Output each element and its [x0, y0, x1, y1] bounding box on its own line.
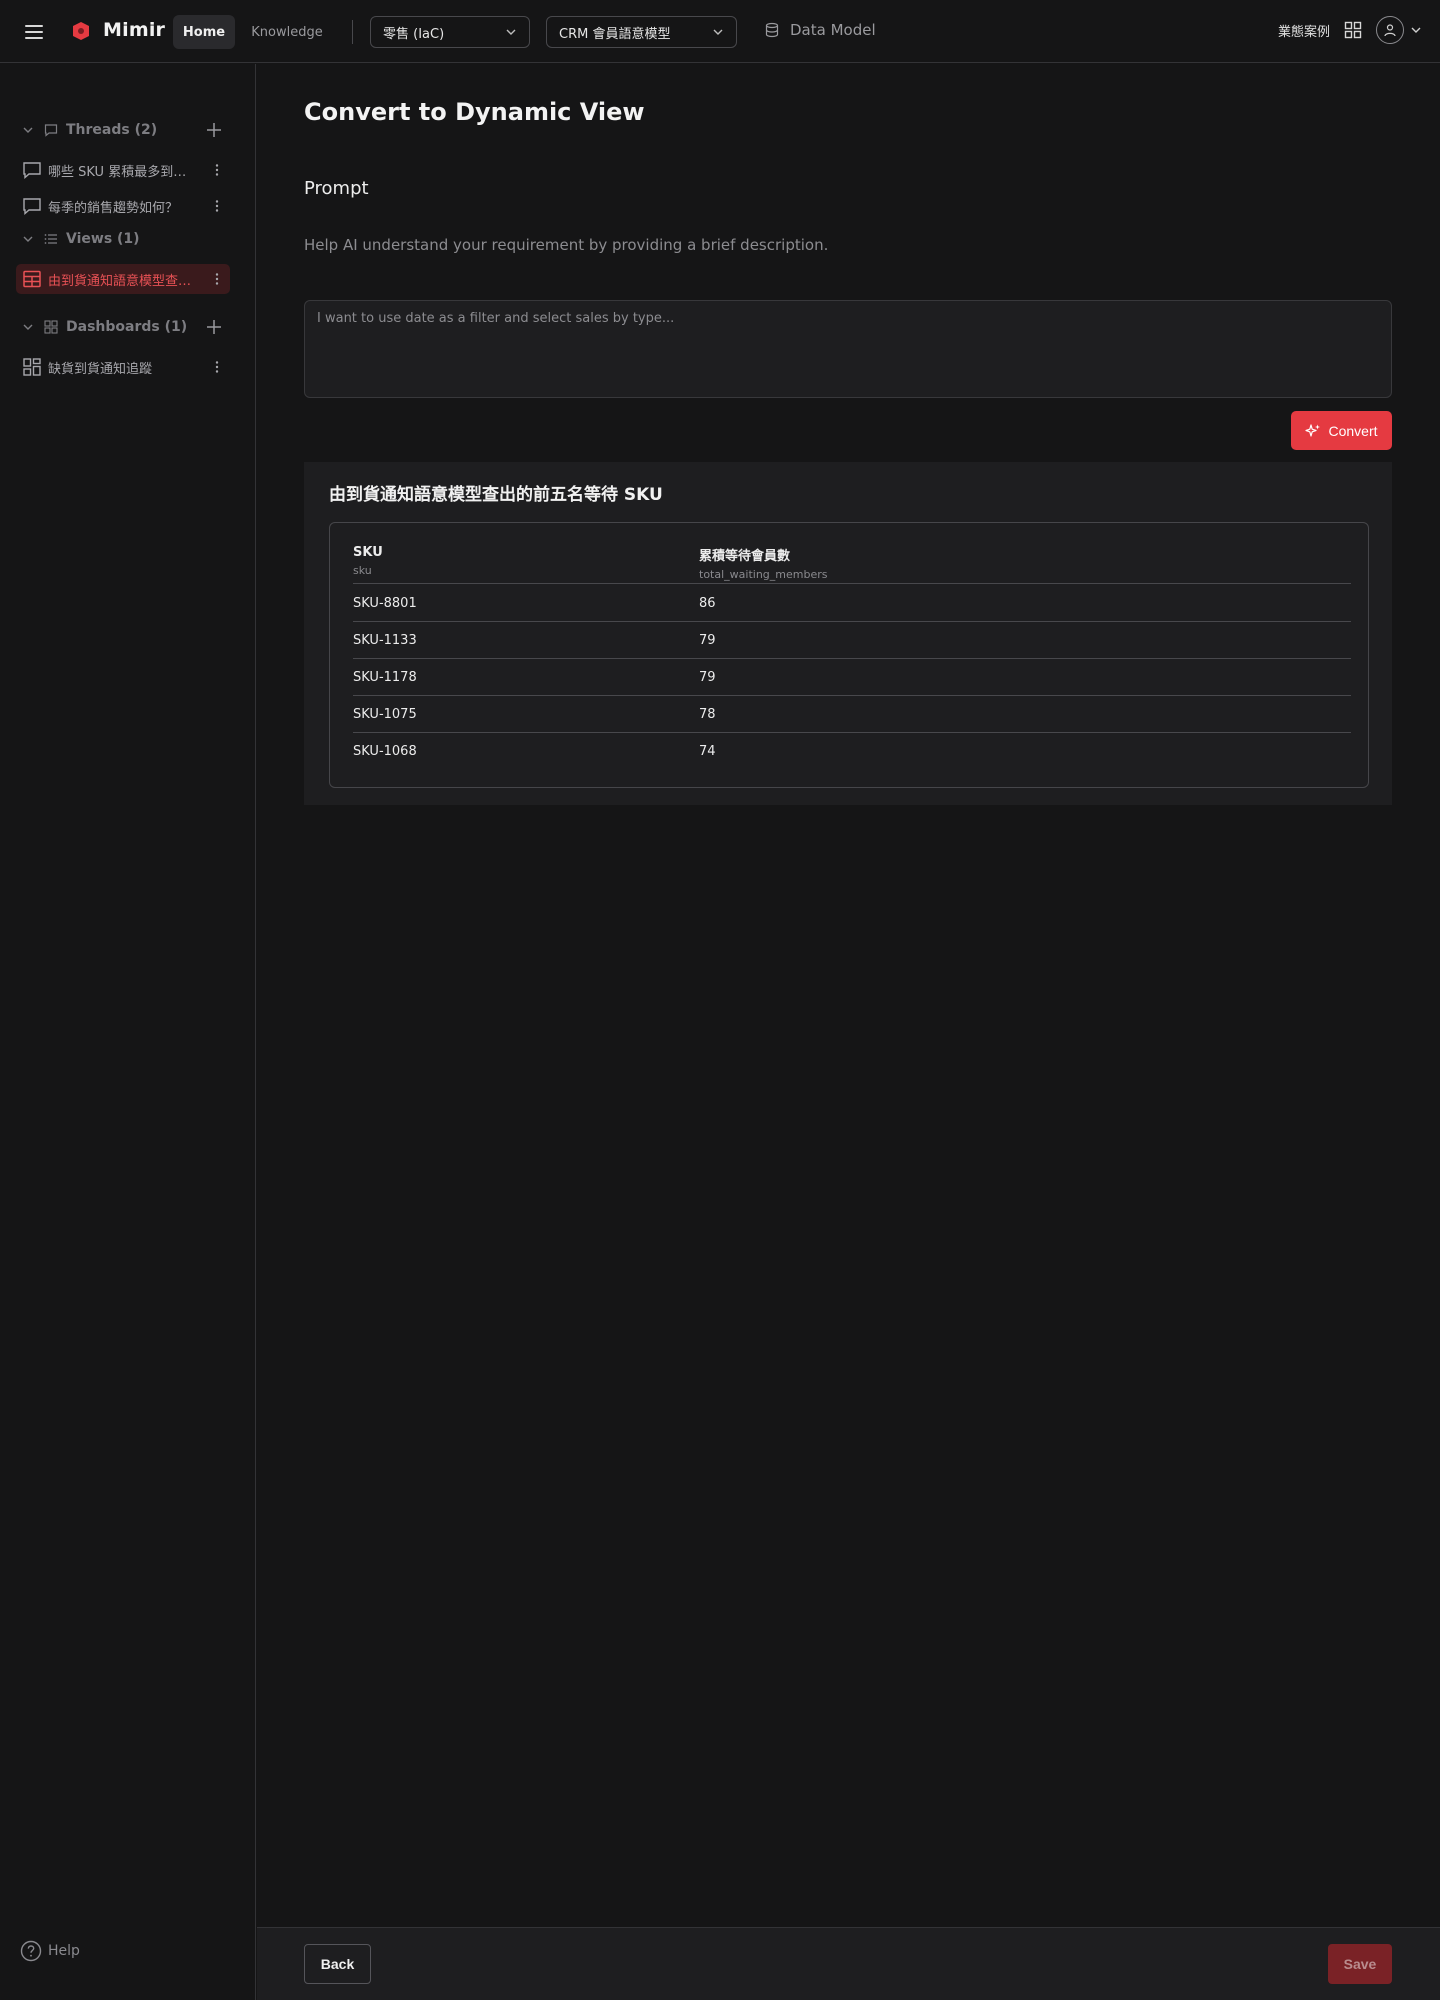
column-field: total_waiting_members: [699, 568, 828, 581]
more-icon[interactable]: [210, 360, 224, 374]
cell-sku: SKU-8801: [353, 596, 417, 611]
sidebar-item-label: 每季的銷售趨勢如何？: [48, 200, 179, 216]
tab-knowledge[interactable]: Knowledge: [244, 15, 330, 49]
chevron-down-icon: [1411, 27, 1421, 33]
result-title: 由到貨通知語意模型查出的前五名等待 SKU: [329, 485, 663, 505]
sidebar-item-view[interactable]: 由到貨通知語意模型查出的前五名: [16, 264, 230, 294]
tab-home[interactable]: Home: [173, 15, 235, 49]
dashboard-icon: [44, 320, 58, 334]
chevron-down-icon[interactable]: [22, 124, 34, 136]
threads-title: Threads (2): [66, 122, 158, 138]
footer-bar: Back Save: [257, 1927, 1440, 2000]
table-row: SKU-8801 86: [353, 585, 1351, 622]
prompt-input[interactable]: [304, 300, 1392, 398]
dashboard-icon: [23, 358, 41, 376]
sidebar: Threads (2) 哪些 SKU 累積最多到貨通知 每季的銷售趨勢如何？ V…: [0, 64, 256, 2000]
help-icon: [20, 1940, 42, 1962]
help-link[interactable]: Help: [20, 1940, 80, 1962]
cell-sku: SKU-1075: [353, 707, 417, 722]
nav-divider: [352, 20, 353, 44]
table-row: SKU-1075 78: [353, 696, 1351, 733]
chat-icon: [23, 162, 41, 180]
sidebar-item-thread[interactable]: 每季的銷售趨勢如何？: [16, 191, 230, 221]
cell-sku: SKU-1133: [353, 633, 417, 648]
table-row: SKU-1068 74: [353, 733, 1351, 770]
model-select-value: CRM 會員語意模型: [559, 26, 671, 42]
top-bar: Mimir Home Knowledge 零售 (IaC) CRM 會員語意模型…: [0, 0, 1440, 63]
sparkle-icon: [1305, 423, 1321, 437]
sidebar-item-dashboard[interactable]: 缺貨到貨通知追蹤: [16, 352, 230, 382]
table-row: SKU-1133 79: [353, 622, 1351, 659]
sidebar-item-label: 由到貨通知語意模型查出的前五名: [48, 273, 196, 289]
model-select[interactable]: CRM 會員語意模型: [546, 16, 737, 48]
cell-total-waiting-members: 78: [699, 707, 716, 722]
cell-total-waiting-members: 79: [699, 633, 716, 648]
page-title: Convert to Dynamic View: [304, 98, 645, 126]
save-button[interactable]: Save: [1328, 1944, 1392, 1984]
prompt-description: Help AI understand your requirement by p…: [304, 236, 829, 254]
avatar: [1376, 16, 1404, 44]
table-header: SKU sku 累積等待會員數 total_waiting_members: [353, 545, 1351, 584]
grid-icon[interactable]: [1344, 21, 1362, 39]
logo-icon: [73, 22, 89, 40]
menu-icon[interactable]: [22, 22, 46, 42]
cases-link[interactable]: 業態案例: [1278, 21, 1330, 40]
dashboards-title: Dashboards (1): [66, 319, 188, 335]
result-table: SKU sku 累積等待會員數 total_waiting_members SK…: [329, 522, 1369, 788]
help-label: Help: [48, 1943, 80, 1959]
add-thread-icon[interactable]: [205, 121, 223, 139]
table-row: SKU-1178 79: [353, 659, 1351, 696]
column-label: SKU: [353, 545, 383, 560]
project-select[interactable]: 零售 (IaC): [370, 16, 530, 48]
views-title: Views (1): [66, 231, 140, 247]
chevron-down-icon[interactable]: [22, 233, 34, 245]
user-icon: [1384, 24, 1396, 37]
chat-icon: [23, 198, 41, 216]
cell-sku: SKU-1178: [353, 670, 417, 685]
column-label: 累積等待會員數: [699, 549, 791, 564]
more-icon[interactable]: [210, 199, 224, 213]
sidebar-item-label: 缺貨到貨通知追蹤: [48, 361, 153, 377]
result-panel: 由到貨通知語意模型查出的前五名等待 SKU SKU sku 累積等待會員數 to…: [304, 462, 1392, 805]
brand-name: Mimir: [103, 19, 166, 41]
cell-total-waiting-members: 79: [699, 670, 716, 685]
back-button[interactable]: Back: [304, 1944, 371, 1984]
chat-icon: [44, 124, 58, 137]
chevron-down-icon: [713, 29, 723, 35]
more-icon[interactable]: [210, 163, 224, 177]
cell-total-waiting-members: 74: [699, 744, 716, 759]
chevron-down-icon[interactable]: [22, 321, 34, 333]
column-field: sku: [353, 564, 372, 577]
database-icon: [765, 22, 779, 38]
user-menu[interactable]: [1376, 16, 1422, 44]
cell-total-waiting-members: 86: [699, 596, 716, 611]
convert-button[interactable]: Convert: [1291, 411, 1392, 450]
dashboards-section-header[interactable]: Dashboards (1): [0, 313, 256, 341]
sidebar-item-label: 哪些 SKU 累積最多到貨通知: [48, 164, 196, 180]
sidebar-item-thread[interactable]: 哪些 SKU 累積最多到貨通知: [16, 155, 230, 185]
cell-sku: SKU-1068: [353, 744, 417, 759]
prompt-heading: Prompt: [304, 178, 369, 199]
list-icon: [44, 234, 57, 244]
column-header-sku[interactable]: SKU sku: [353, 545, 383, 577]
convert-label: Convert: [1328, 422, 1378, 439]
column-header-total-waiting-members[interactable]: 累積等待會員數 total_waiting_members: [699, 545, 827, 581]
table-icon: [23, 270, 41, 288]
project-select-value: 零售 (IaC): [383, 26, 445, 42]
data-model-label: Data Model: [790, 21, 876, 39]
header-right-tools: 業態案例: [1278, 16, 1422, 44]
more-icon[interactable]: [210, 272, 224, 286]
threads-section-header[interactable]: Threads (2): [0, 116, 256, 144]
chevron-down-icon: [506, 29, 516, 35]
views-section-header[interactable]: Views (1): [0, 225, 256, 253]
add-dashboard-icon[interactable]: [205, 318, 223, 336]
main-content: Convert to Dynamic View Prompt Help AI u…: [257, 64, 1440, 1927]
data-model-link[interactable]: Data Model: [764, 21, 876, 39]
